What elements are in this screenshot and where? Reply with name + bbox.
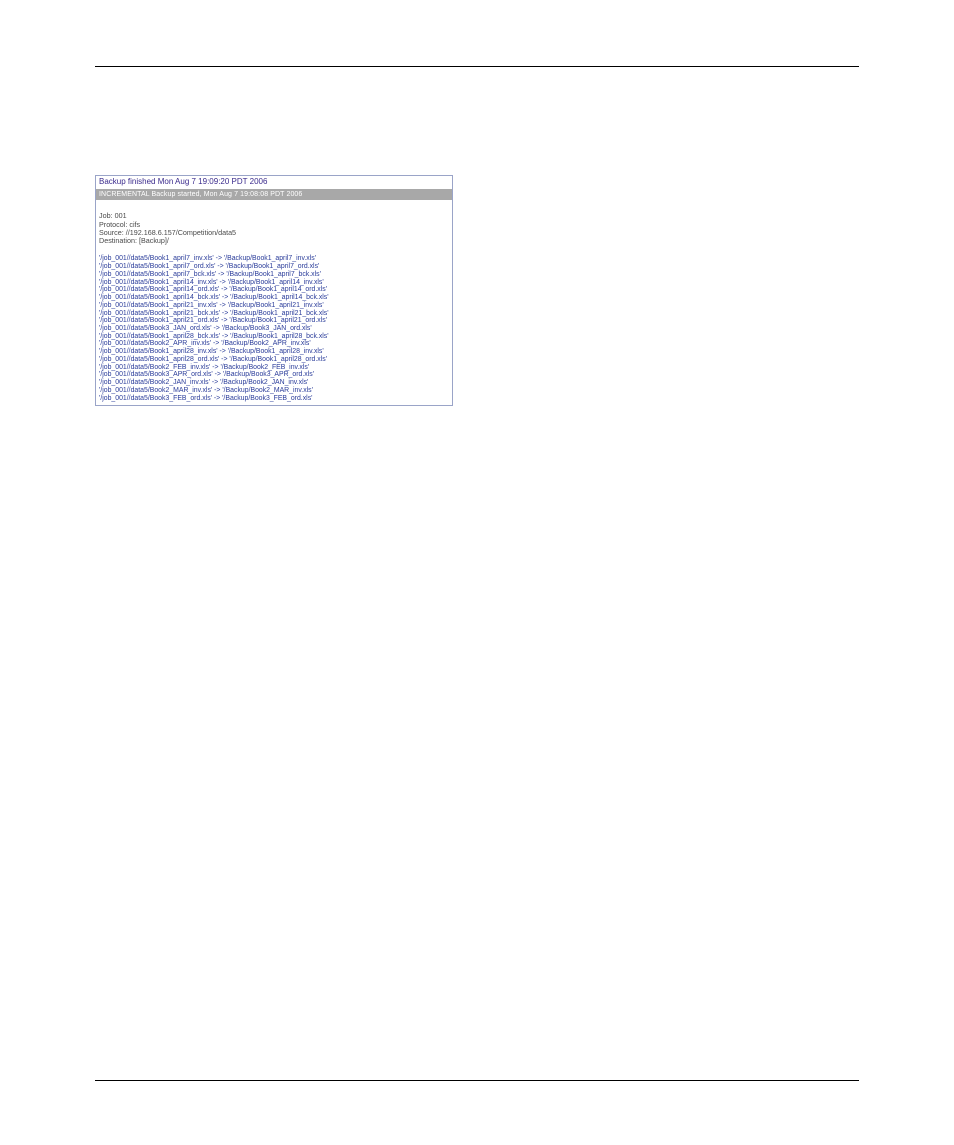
page: Backup finished Mon Aug 7 19:09:20 PDT 2… [0, 0, 954, 1145]
footer-divider [95, 1080, 859, 1081]
list-item: '/job_001//data5/Book1_april21_inv.xls' … [99, 302, 449, 310]
list-item-dst: '/Backup/Book1_april21_inv.xls' [226, 302, 324, 309]
list-item: '/job_001//data5/Book1_april7_inv.xls' -… [99, 255, 449, 263]
meta-destination: Destination: [Backup]/ [99, 236, 169, 245]
list-item: '/job_001//data5/Book1_april28_inv.xls' … [99, 348, 449, 356]
list-item-src: '/job_001//data5/Book1_april28_inv.xls' … [99, 348, 226, 355]
backup-started-bar: INCREMENTAL Backup started, Mon Aug 7 19… [96, 189, 452, 201]
list-item-src: '/job_001//data5/Book1_april21_bck.xls' … [99, 310, 228, 317]
list-item-dst: '/Backup/Book1_april28_ord.xls' [227, 356, 327, 363]
list-item-src: '/job_001//data5/Book2_JAN_inv.xls' -> [99, 379, 218, 386]
list-item: '/job_001//data5/Book1_april21_bck.xls' … [99, 310, 449, 318]
list-item-dst: '/Backup/Book3_JAN_ord.xls' [220, 325, 312, 332]
list-item-dst: '/Backup/Book1_april14_bck.xls' [228, 294, 328, 301]
list-item-src: '/job_001//data5/Book3_FEB_ord.xls' -> [99, 395, 220, 402]
list-item-src: '/job_001//data5/Book1_april14_inv.xls' … [99, 279, 226, 286]
list-item-src: '/job_001//data5/Book2_APR_inv.xls' -> [99, 340, 219, 347]
list-item-src: '/job_001//data5/Book2_FEB_inv.xls' -> [99, 364, 219, 371]
backup-meta: Job: 001 Protocol: cifs Source: //192.16… [96, 200, 452, 255]
list-item-dst: '/Backup/Book1_april14_inv.xls' [226, 279, 324, 286]
backup-finished-line: Backup finished Mon Aug 7 19:09:20 PDT 2… [96, 176, 452, 189]
list-item-src: '/job_001//data5/Book1_april14_ord.xls' … [99, 286, 227, 293]
list-item: '/job_001//data5/Book1_april14_ord.xls' … [99, 286, 449, 294]
list-item-src: '/job_001//data5/Book1_april7_ord.xls' -… [99, 263, 224, 270]
list-item: '/job_001//data5/Book2_JAN_inv.xls' -> '… [99, 379, 449, 387]
list-item: '/job_001//data5/Book1_april21_ord.xls' … [99, 317, 449, 325]
list-item: '/job_001//data5/Book2_APR_inv.xls' -> '… [99, 340, 449, 348]
list-item-dst: '/Backup/Book3_APR_ord.xls' [221, 371, 314, 378]
list-item-dst: '/Backup/Book2_MAR_inv.xls' [220, 387, 313, 394]
list-item-src: '/job_001//data5/Book3_JAN_ord.xls' -> [99, 325, 220, 332]
list-item: '/job_001//data5/Book1_april28_bck.xls' … [99, 333, 449, 341]
list-item-dst: '/Backup/Book1_april7_bck.xls' [224, 271, 320, 278]
list-item: '/job_001//data5/Book1_april14_bck.xls' … [99, 294, 449, 302]
list-item-src: '/job_001//data5/Book1_april7_bck.xls' -… [99, 271, 224, 278]
list-item-dst: '/Backup/Book2_FEB_inv.xls' [219, 364, 310, 371]
list-item-dst: '/Backup/Book1_april7_ord.xls' [224, 263, 320, 270]
header-divider [95, 66, 859, 67]
list-item-dst: '/Backup/Book1_april21_ord.xls' [227, 317, 327, 324]
list-item: '/job_001//data5/Book2_MAR_inv.xls' -> '… [99, 387, 449, 395]
list-item-dst: '/Backup/Book1_april28_bck.xls' [228, 333, 328, 340]
backup-file-list: '/job_001//data5/Book1_april7_inv.xls' -… [96, 255, 452, 405]
list-item-src: '/job_001//data5/Book1_april7_inv.xls' -… [99, 255, 222, 262]
list-item: '/job_001//data5/Book2_FEB_inv.xls' -> '… [99, 364, 449, 372]
list-item: '/job_001//data5/Book3_JAN_ord.xls' -> '… [99, 325, 449, 333]
list-item-src: '/job_001//data5/Book2_MAR_inv.xls' -> [99, 387, 220, 394]
list-item-src: '/job_001//data5/Book1_april21_ord.xls' … [99, 317, 227, 324]
list-item-dst: '/Backup/Book3_FEB_ord.xls' [220, 395, 312, 402]
list-item: '/job_001//data5/Book1_april14_inv.xls' … [99, 279, 449, 287]
list-item: '/job_001//data5/Book3_FEB_ord.xls' -> '… [99, 395, 449, 403]
list-item-dst: '/Backup/Book1_april7_inv.xls' [222, 255, 316, 262]
list-item: '/job_001//data5/Book1_april28_ord.xls' … [99, 356, 449, 364]
list-item-src: '/job_001//data5/Book1_april28_bck.xls' … [99, 333, 228, 340]
list-item-dst: '/Backup/Book1_april28_inv.xls' [226, 348, 324, 355]
list-item-src: '/job_001//data5/Book1_april21_inv.xls' … [99, 302, 226, 309]
list-item-dst: '/Backup/Book2_APR_inv.xls' [219, 340, 310, 347]
list-item-src: '/job_001//data5/Book1_april14_bck.xls' … [99, 294, 228, 301]
list-item-dst: '/Backup/Book1_april21_bck.xls' [228, 310, 328, 317]
list-item-dst: '/Backup/Book2_JAN_inv.xls' [218, 379, 308, 386]
list-item-dst: '/Backup/Book1_april14_ord.xls' [227, 286, 327, 293]
list-item-src: '/job_001//data5/Book1_april28_ord.xls' … [99, 356, 227, 363]
list-item-src: '/job_001//data5/Book3_APR_ord.xls' -> [99, 371, 221, 378]
list-item: '/job_001//data5/Book1_april7_ord.xls' -… [99, 263, 449, 271]
list-item: '/job_001//data5/Book1_april7_bck.xls' -… [99, 271, 449, 279]
list-item: '/job_001//data5/Book3_APR_ord.xls' -> '… [99, 371, 449, 379]
backup-log-panel: Backup finished Mon Aug 7 19:09:20 PDT 2… [95, 175, 453, 406]
